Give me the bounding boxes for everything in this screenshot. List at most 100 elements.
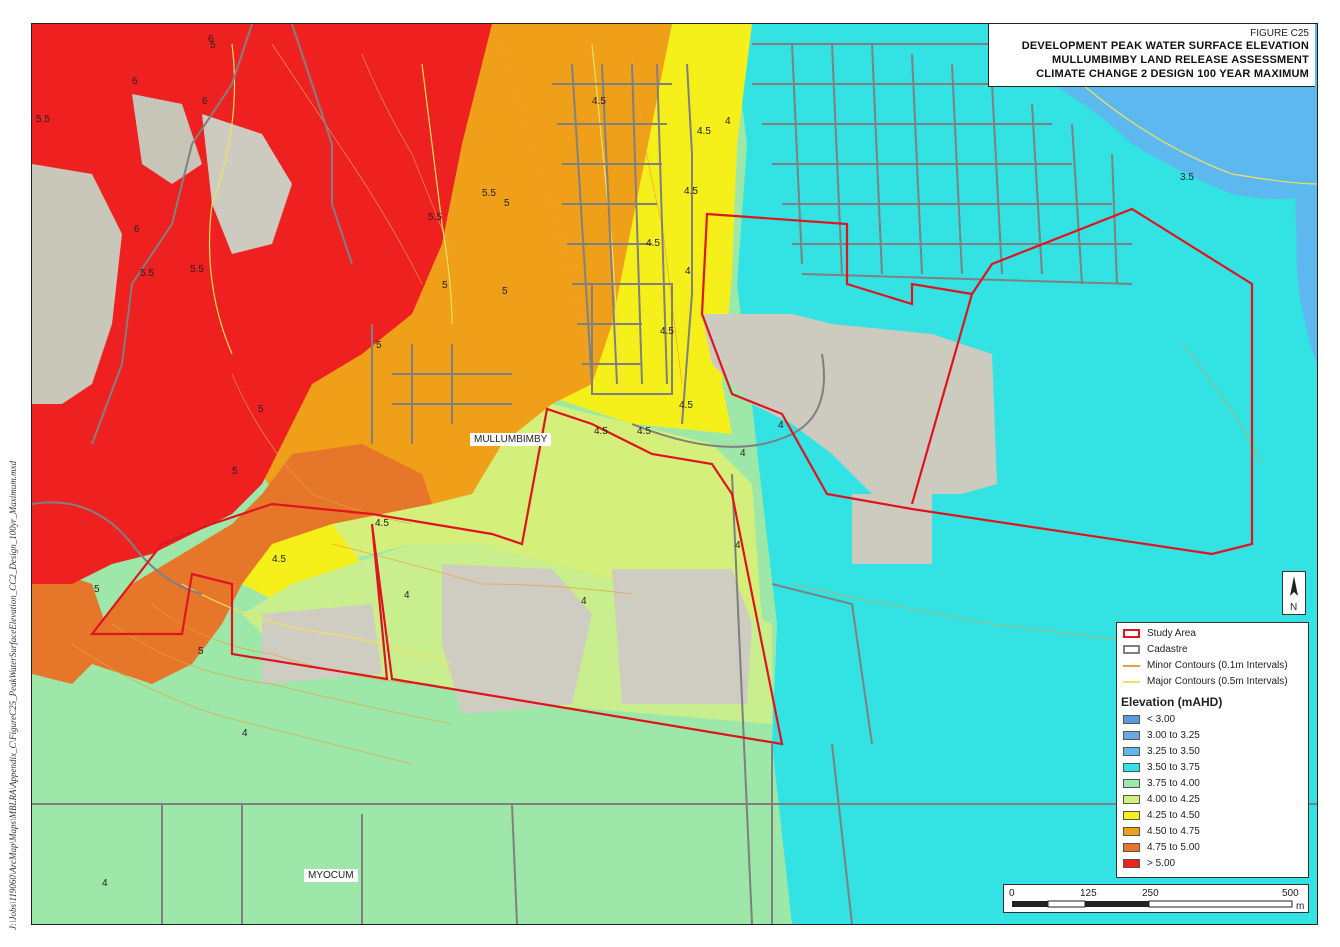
legend-class: 4.25 to 4.50 bbox=[1123, 809, 1200, 822]
contour-label: 5 bbox=[376, 340, 382, 351]
contour-label: 5.5 bbox=[140, 268, 154, 279]
class-swatch bbox=[1123, 763, 1140, 772]
contour-label: 4 bbox=[685, 266, 691, 277]
contour-label: 4.5 bbox=[272, 554, 286, 565]
contour-label: 5 bbox=[232, 466, 238, 477]
legend-class: 4.50 to 4.75 bbox=[1123, 825, 1200, 838]
contour-label: 4.5 bbox=[637, 426, 651, 437]
legend-class: < 3.00 bbox=[1123, 713, 1175, 726]
contour-label: 5 bbox=[198, 646, 204, 657]
legend-label: 3.25 to 3.50 bbox=[1147, 746, 1200, 757]
contour-label: 4 bbox=[735, 540, 741, 551]
legend-label: Study Area bbox=[1147, 628, 1196, 639]
contour-label: 4.5 bbox=[697, 126, 711, 137]
contour-label: 4 bbox=[404, 590, 410, 601]
legend-label: Major Contours (0.5m Intervals) bbox=[1147, 676, 1288, 687]
contour-label: 3.5 bbox=[1180, 172, 1194, 183]
class-swatch bbox=[1123, 859, 1140, 868]
place-label-myocum: MYOCUM bbox=[304, 869, 358, 882]
major-contour-swatch bbox=[1123, 680, 1140, 683]
legend-item-major-contours: Major Contours (0.5m Intervals) bbox=[1123, 675, 1288, 688]
legend-class: 4.75 to 5.00 bbox=[1123, 841, 1200, 854]
legend-label: 4.00 to 4.25 bbox=[1147, 794, 1200, 805]
contour-label: 5 bbox=[502, 286, 508, 297]
legend-label: 3.75 to 4.00 bbox=[1147, 778, 1200, 789]
contour-label: 4 bbox=[725, 116, 731, 127]
legend-class: 4.00 to 4.25 bbox=[1123, 793, 1200, 806]
scale-tick-label: 125 bbox=[1080, 888, 1097, 899]
file-path-text: J:\Jobs\119060\ArcMap\Maps\MBLRA\Appendi… bbox=[8, 460, 18, 930]
legend-label: < 3.00 bbox=[1147, 714, 1176, 725]
scale-bar-graphic: 0 125 250 500 m bbox=[1009, 888, 1304, 912]
class-swatch bbox=[1123, 779, 1140, 788]
legend-class: 3.00 to 3.25 bbox=[1123, 729, 1200, 742]
class-swatch bbox=[1123, 715, 1140, 724]
class-swatch bbox=[1123, 795, 1140, 804]
legend-label: > 5.00 bbox=[1147, 858, 1176, 869]
contour-label: 5 bbox=[258, 404, 264, 415]
contour-label: 5 bbox=[210, 40, 216, 51]
contour-label: 4 bbox=[102, 878, 108, 889]
contour-label: 4.5 bbox=[594, 426, 608, 437]
contour-label: 4.5 bbox=[684, 186, 698, 197]
legend-label: Cadastre bbox=[1147, 644, 1188, 655]
contour-label: 5 bbox=[94, 584, 100, 595]
cadastre-swatch bbox=[1123, 645, 1140, 654]
legend-item-minor-contours: Minor Contours (0.1m Intervals) bbox=[1123, 659, 1288, 672]
legend-class: 3.75 to 4.00 bbox=[1123, 777, 1200, 790]
contour-label: 4.5 bbox=[592, 96, 606, 107]
figure-title-line-1: DEVELOPMENT PEAK WATER SURFACE ELEVATION bbox=[1021, 40, 1309, 52]
minor-contour-swatch bbox=[1123, 664, 1140, 667]
contour-label: 4.5 bbox=[660, 326, 674, 337]
figure-title-box: FIGURE C25 DEVELOPMENT PEAK WATER SURFAC… bbox=[988, 24, 1315, 87]
contour-label: 5 bbox=[504, 198, 510, 209]
aerial-paddock-2 bbox=[612, 569, 752, 704]
legend-label: 4.75 to 5.00 bbox=[1147, 842, 1200, 853]
contour-label: 6 bbox=[134, 224, 140, 235]
legend-class: > 5.00 bbox=[1123, 857, 1175, 870]
north-arrow-label: N bbox=[1290, 602, 1297, 613]
contour-label: 5.5 bbox=[36, 114, 50, 125]
legend: Study Area Cadastre Minor Contours (0.1m… bbox=[1116, 622, 1309, 878]
contour-label: 5.5 bbox=[428, 212, 442, 223]
class-swatch bbox=[1123, 747, 1140, 756]
legend-class: 3.25 to 3.50 bbox=[1123, 745, 1200, 758]
figure-number: FIGURE C25 bbox=[1250, 28, 1309, 39]
north-arrow: N bbox=[1282, 571, 1306, 615]
place-label-mullumbimby: MULLUMBIMBY bbox=[470, 433, 552, 446]
legend-label: 3.50 to 3.75 bbox=[1147, 762, 1200, 773]
class-swatch bbox=[1123, 731, 1140, 740]
scale-bar: 0 125 250 500 m bbox=[1003, 884, 1309, 913]
legend-label: 3.00 to 3.25 bbox=[1147, 730, 1200, 741]
aerial-paddock-4 bbox=[262, 604, 382, 684]
legend-item-study-area: Study Area bbox=[1123, 627, 1196, 640]
contour-label: 6 bbox=[202, 96, 208, 107]
contour-label: 4 bbox=[581, 596, 587, 607]
north-arrow-icon: N bbox=[1290, 576, 1298, 613]
scale-tick-label: 250 bbox=[1142, 888, 1159, 899]
contour-label: 4 bbox=[740, 448, 746, 459]
scale-tick-label: 500 bbox=[1282, 888, 1299, 899]
class-swatch bbox=[1123, 827, 1140, 836]
contour-label: 4 bbox=[778, 420, 784, 431]
contour-label: 5.5 bbox=[190, 264, 204, 275]
legend-label: 4.25 to 4.50 bbox=[1147, 810, 1200, 821]
legend-label: Minor Contours (0.1m Intervals) bbox=[1147, 660, 1288, 671]
scale-tick-label: 0 bbox=[1009, 888, 1015, 899]
contour-label: 6 bbox=[132, 76, 138, 87]
legend-label: 4.50 to 4.75 bbox=[1147, 826, 1200, 837]
figure-title-line-2: MULLUMBIMBY LAND RELEASE ASSESSMENT bbox=[1052, 54, 1309, 66]
contour-label: 4.5 bbox=[679, 400, 693, 411]
contour-label: 4.5 bbox=[646, 238, 660, 249]
legend-elevation-heading: Elevation (mAHD) bbox=[1121, 695, 1223, 709]
class-swatch bbox=[1123, 843, 1140, 852]
contour-label: 5.5 bbox=[482, 188, 496, 199]
contour-label: 4.5 bbox=[375, 518, 389, 529]
legend-class: 3.50 to 3.75 bbox=[1123, 761, 1200, 774]
scale-unit: m bbox=[1296, 901, 1304, 912]
figure-title-line-3: CLIMATE CHANGE 2 DESIGN 100 YEAR MAXIMUM bbox=[1036, 68, 1309, 80]
study-area-swatch bbox=[1123, 629, 1140, 638]
contour-label: 5 bbox=[442, 280, 448, 291]
contour-label: 4 bbox=[242, 728, 248, 739]
class-swatch bbox=[1123, 811, 1140, 820]
